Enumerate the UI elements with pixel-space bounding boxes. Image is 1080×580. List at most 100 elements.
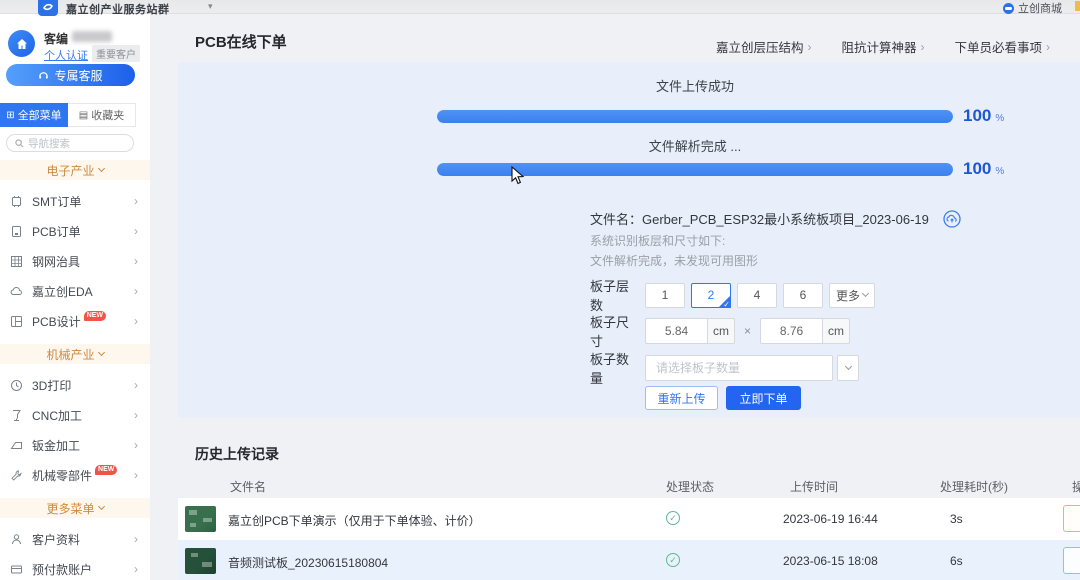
cnc-tool-icon (10, 409, 23, 422)
percent-unit: % (995, 113, 1004, 124)
tab-favorites[interactable]: ▤ 收藏夹 (68, 103, 136, 127)
personal-verify-link[interactable]: 个人认证 (44, 47, 88, 63)
chevron-down-icon (97, 348, 104, 355)
home-glyph (15, 37, 29, 51)
tab-all-menus-label: 全部菜单 (18, 107, 62, 123)
group-header-more[interactable]: 更多菜单 (0, 498, 150, 518)
sidebar-item-customer-info[interactable]: 客户资料 › (0, 524, 150, 554)
sidebar-tabs: ⊞ 全部菜单 ▤ 收藏夹 (0, 103, 150, 127)
row-action-button[interactable] (1063, 505, 1080, 532)
parse-progress-percent: 100 % (963, 159, 1033, 179)
customer-id-redacted (72, 31, 112, 42)
layer-option-1[interactable]: 1 (645, 283, 685, 308)
group-header-mechanical[interactable]: 机械产业 (0, 344, 150, 364)
link-label: 阻抗计算神器 (841, 37, 916, 56)
sheet-metal-icon (10, 439, 23, 452)
upload-status-text: 文件上传成功 (437, 76, 953, 95)
size-height-input[interactable] (760, 318, 822, 344)
file-name-value: Gerber_PCB_ESP32最小系统板项目_2023-06-19 (642, 209, 929, 228)
dedicated-service-label: 专属客服 (54, 67, 102, 84)
link-layer-stackup[interactable]: 嘉立创层压结构› (716, 37, 812, 56)
layer-option-label: 6 (800, 288, 807, 302)
item-label: PCB设计 (32, 313, 81, 330)
chip-icon (10, 195, 23, 208)
sidebar-item-pcb-design[interactable]: PCB设计 NEW › (0, 306, 150, 336)
sidebar-item-prepaid-account[interactable]: 预付款账户 › (0, 554, 150, 580)
order-now-button[interactable]: 立即下单 (726, 386, 801, 410)
mall-label: 立创商城 (1018, 0, 1062, 16)
group-header-electronics[interactable]: 电子产业 (0, 160, 150, 180)
mouse-cursor (511, 166, 525, 186)
sidebar-item-mech-parts[interactable]: 机械零部件 NEW › (0, 460, 150, 490)
layer-option-label: 更多 (836, 287, 860, 304)
upload-time: 2023-06-19 16:44 (783, 512, 878, 526)
printer-3d-icon (10, 379, 23, 392)
jlc-logo-icon[interactable] (38, 0, 58, 16)
brand-caret-icon[interactable]: ▾ (208, 1, 213, 12)
quantity-select[interactable] (645, 355, 833, 381)
history-row-2[interactable]: 音频测试板_20230615180804 ✓ 2023-06-15 18:08 … (178, 540, 1080, 580)
sidebar-nav: 电子产业 SMT订单 › PCB订单 › 钢网治具 (0, 160, 150, 580)
percent-value: 100 (963, 159, 991, 179)
sidebar-item-smt-order[interactable]: SMT订单 › (0, 186, 150, 216)
layer-option-more[interactable]: 更多 (829, 283, 875, 308)
sidebar-item-pcb-order[interactable]: PCB订单 › (0, 216, 150, 246)
dedicated-service-button[interactable]: 专属客服 (6, 64, 135, 86)
layer-option-2-selected[interactable]: 2✓ (691, 283, 731, 308)
layer-option-4[interactable]: 4 (737, 283, 777, 308)
layer-option-label: 2 (708, 288, 715, 302)
check-icon: ✓ (723, 300, 730, 309)
detect-note: 系统识别板层和尺寸如下: (590, 232, 725, 249)
reupload-button[interactable]: 重新上传 (645, 386, 718, 410)
link-impedance-calculator[interactable]: 阻抗计算神器 › (841, 37, 924, 56)
site-group-title[interactable]: 嘉立创产业服务站群 (66, 1, 170, 17)
history-row-1[interactable]: 嘉立创PCB下单演示（仅用于下单体验、计价） ✓ 2023-06-19 16:4… (178, 498, 1080, 540)
lcsc-mall-link[interactable]: 立创商城 (1003, 0, 1062, 16)
size-label: 板子尺寸 (590, 312, 632, 350)
pcb-thumbnail (185, 506, 216, 532)
page-title: PCB在线下单 (195, 31, 287, 52)
link-order-notes[interactable]: 下单员必看事项› (954, 37, 1050, 56)
nav-group-more: 更多菜单 客户资料 › 预付款账户 › (0, 498, 150, 580)
layer-option-label: 4 (754, 288, 761, 302)
chevron-right-icon: › (134, 532, 138, 546)
sidebar-item-3d-print[interactable]: 3D打印 › (0, 370, 150, 400)
new-badge: NEW (95, 465, 117, 475)
search-icon (15, 139, 24, 148)
group-title: 更多菜单 (46, 500, 94, 517)
multiply-sign: × (744, 324, 751, 338)
chevron-right-icon: › (134, 438, 138, 452)
top-bar: 嘉立创产业服务站群 ▾ 立创商城 (0, 0, 1080, 14)
sidebar-item-stencil[interactable]: 钢网治具 › (0, 246, 150, 276)
chevron-right-icon: › (134, 562, 138, 576)
col-upload-time: 上传时间 (790, 478, 838, 495)
sidebar-item-sheet-metal[interactable]: 钣金加工 › (0, 430, 150, 460)
chevron-right-icon: › (134, 194, 138, 208)
size-width-group: cm (645, 318, 735, 344)
card-icon (10, 563, 23, 576)
upload-progress-fill (437, 110, 953, 123)
size-width-input[interactable] (645, 318, 707, 344)
nav-group-mechanical: 机械产业 3D打印 › CNC加工 › 钣金加工 (0, 344, 150, 490)
sidebar-item-jlc-eda[interactable]: 嘉立创EDA › (0, 276, 150, 306)
upload-progress-bar (437, 110, 953, 123)
sidebar-item-cnc[interactable]: CNC加工 › (0, 400, 150, 430)
quantity-row: 板子数量 (590, 349, 859, 387)
tab-all-menus[interactable]: ⊞ 全部菜单 (0, 103, 68, 127)
cloud-upload-icon[interactable] (943, 210, 961, 228)
stencil-grid-icon (10, 255, 23, 268)
topbar-edge-icon (1075, 1, 1080, 11)
chevron-right-icon: › (920, 40, 924, 54)
item-label: 嘉立创EDA (32, 283, 93, 300)
file-name-label: 文件名： (590, 209, 642, 228)
history-title: 历史上传记录 (195, 444, 279, 464)
layer-option-6[interactable]: 6 (783, 283, 823, 308)
nav-search-input[interactable]: 导航搜索 (6, 134, 134, 152)
row-action-button[interactable] (1063, 547, 1080, 574)
file-name-line: 文件名： Gerber_PCB_ESP32最小系统板项目_2023-06-19 (590, 209, 961, 228)
home-icon[interactable] (8, 30, 35, 57)
link-label: 嘉立创层压结构 (716, 37, 804, 56)
quantity-dropdown-button[interactable] (837, 355, 859, 381)
size-height-unit: cm (822, 318, 850, 344)
file-name: 音频测试板_20230615180804 (228, 554, 388, 571)
